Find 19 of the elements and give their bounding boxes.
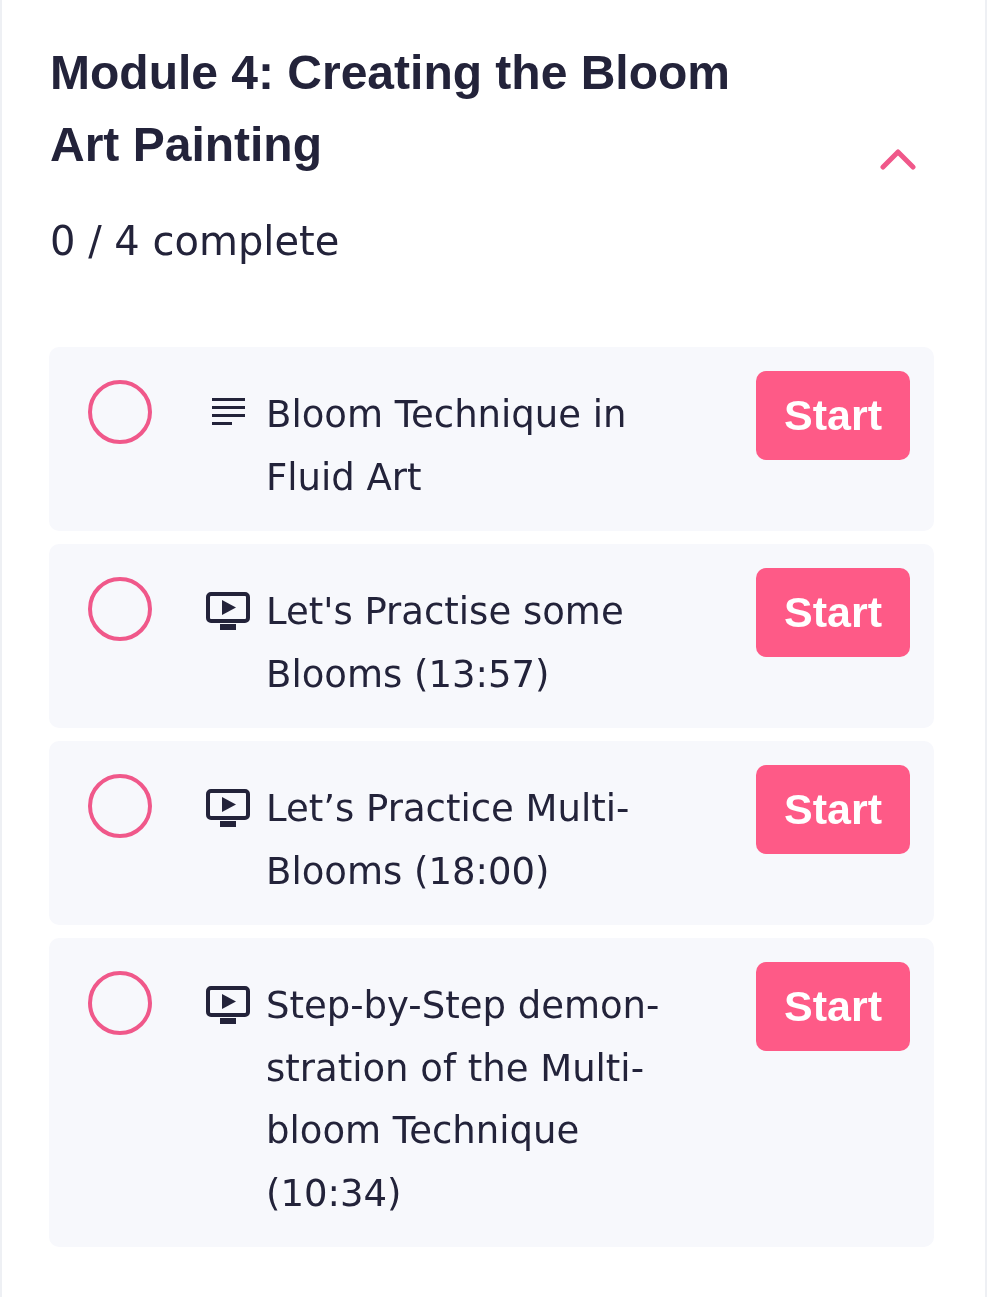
circle-icon[interactable] [88, 971, 152, 1035]
chevron-up-icon[interactable] [880, 148, 916, 170]
text-lines-icon [211, 398, 245, 425]
lesson-title: Let’s Practice Multi-Blooms (18:00) [266, 786, 631, 895]
circle-icon[interactable] [88, 380, 152, 444]
play-screen-icon [206, 986, 250, 1024]
start-button[interactable]: Start [756, 765, 910, 854]
module-title: Module 4: Creating the Bloom Art Painting [50, 45, 731, 173]
lesson-title: Bloom Technique in Fluid Art [266, 392, 628, 501]
circle-icon[interactable] [88, 577, 152, 641]
start-button[interactable]: Start [756, 371, 910, 460]
play-screen-icon [206, 789, 250, 827]
play-screen-icon [206, 592, 250, 630]
progress-text: 0 / 4 complete [50, 217, 341, 265]
lesson-title: Let's Practise some Blooms (13:57) [266, 589, 625, 698]
lesson-title: Step-by-Step demon-stration of the Multi-bloom Technique (10:34) [266, 983, 661, 1217]
circle-icon[interactable] [88, 774, 152, 838]
start-button[interactable]: Start [756, 962, 910, 1051]
start-button[interactable]: Start [756, 568, 910, 657]
